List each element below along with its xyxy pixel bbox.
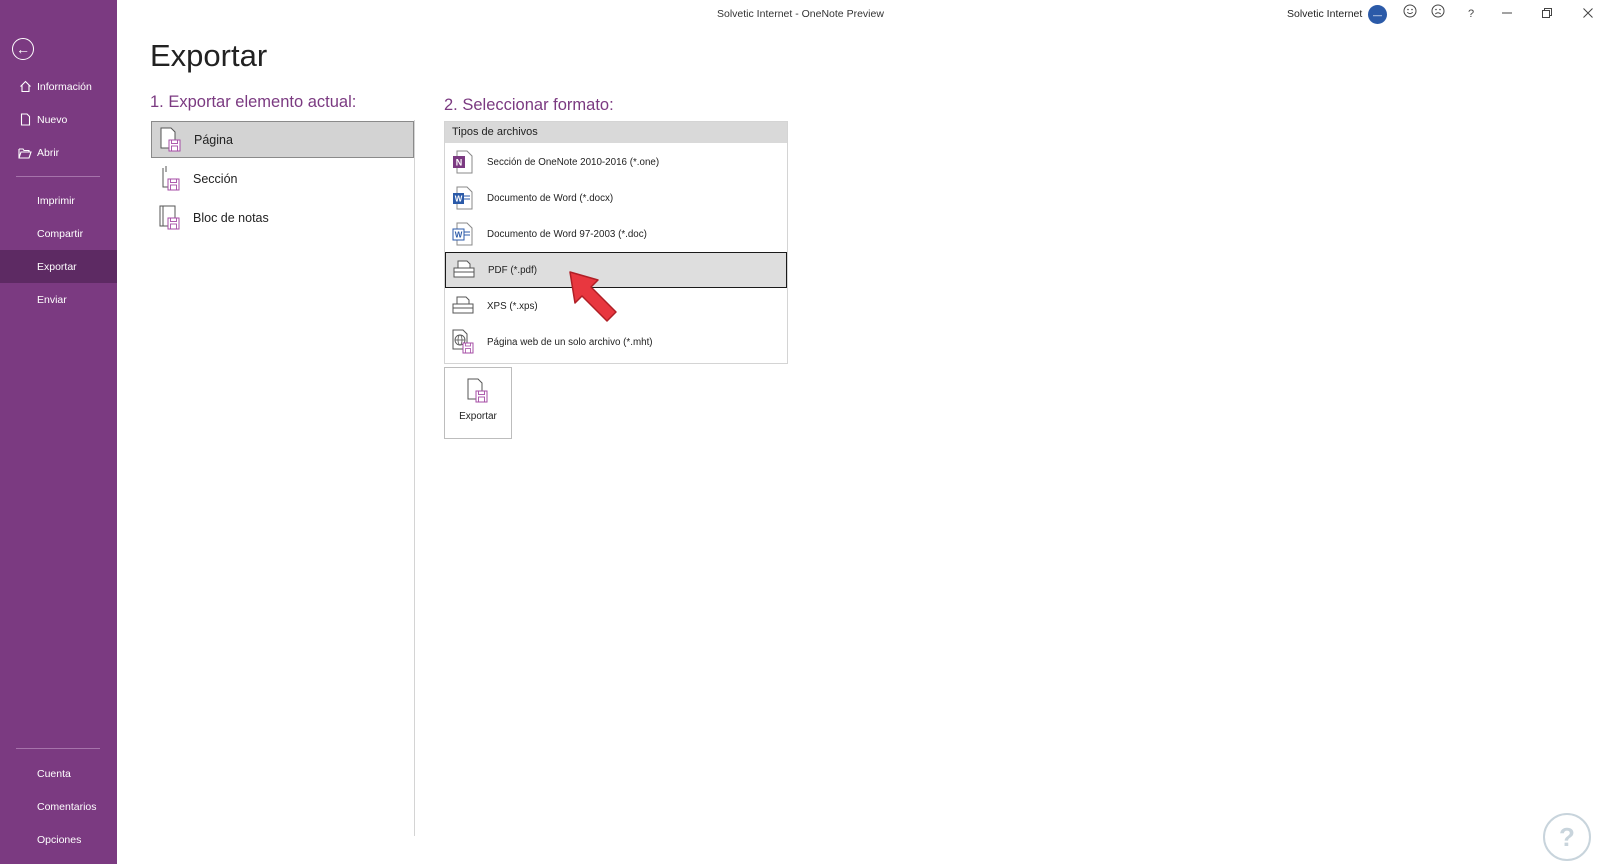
sidebar-item-label: Comentarios: [37, 800, 97, 813]
sidebar-item-exportar[interactable]: Exportar: [0, 250, 117, 283]
file-type-label: Documento de Word 97-2003 (*.doc): [487, 228, 647, 240]
svg-text:W: W: [455, 195, 463, 204]
restore-icon[interactable]: [1537, 4, 1557, 24]
svg-text:W: W: [455, 231, 463, 240]
account-name[interactable]: Solvetic Internet: [1287, 8, 1362, 20]
export-item-label: Sección: [193, 171, 238, 186]
window-title: Solvetic Internet - OneNote Preview: [717, 8, 884, 20]
sidebar-item-label: Opciones: [37, 833, 82, 846]
file-type-label: XPS (*.xps): [487, 300, 538, 312]
step1-heading: 1. Exportar elemento actual:: [150, 93, 357, 111]
file-type-label: PDF (*.pdf): [488, 264, 537, 276]
onenote-icon: N: [451, 149, 475, 175]
frown-feedback-icon[interactable]: [1428, 4, 1448, 24]
export-save-icon: [465, 377, 491, 405]
word-97-icon: W: [451, 221, 475, 247]
sidebar-divider: [16, 176, 100, 177]
sidebar-item-enviar[interactable]: Enviar: [0, 283, 117, 316]
sidebar-item-label: Imprimir: [37, 194, 75, 207]
sidebar-item-opciones[interactable]: Opciones: [0, 823, 117, 856]
export-item-seccion[interactable]: Sección: [151, 160, 414, 197]
xps-printer-icon: [451, 293, 475, 319]
file-type-onenote[interactable]: N Sección de OneNote 2010-2016 (*.one): [445, 144, 787, 180]
file-type-docx[interactable]: W Documento de Word (*.docx): [445, 180, 787, 216]
sidebar-item-label: Enviar: [37, 293, 67, 306]
sidebar-item-label: Compartir: [37, 227, 84, 240]
pdf-printer-icon: [452, 257, 476, 283]
sidebar-item-label: Información: [37, 80, 92, 93]
new-document-icon: [16, 113, 34, 126]
open-folder-icon: [16, 147, 34, 159]
column-divider: [414, 120, 415, 836]
sidebar-divider: [16, 748, 100, 749]
avatar[interactable]: —: [1368, 5, 1387, 24]
word-icon: W: [451, 185, 475, 211]
export-item-label: Bloc de notas: [193, 210, 269, 225]
page-title: Exportar: [150, 38, 268, 73]
export-item-label: Página: [194, 132, 233, 147]
sidebar-item-label: Cuenta: [37, 767, 71, 780]
annotation-arrow-icon: [569, 271, 617, 322]
svg-text:?: ?: [1559, 822, 1575, 852]
file-type-mht[interactable]: Página web de un solo archivo (*.mht): [445, 324, 787, 360]
home-icon: [16, 80, 34, 93]
web-page-icon: [451, 329, 475, 355]
site-logo-icon: ?: [1543, 813, 1591, 861]
sidebar-item-informacion[interactable]: Información: [0, 70, 117, 103]
export-button[interactable]: Exportar: [444, 367, 512, 439]
back-arrow-icon[interactable]: ←: [12, 38, 34, 60]
backstage-sidebar: ← Información Nuevo Abrir Imprimir Compa…: [0, 0, 117, 864]
file-type-label: Documento de Word (*.docx): [487, 192, 614, 204]
file-types-list: Tipos de archivos N Sección de OneNote 2…: [444, 121, 788, 364]
sidebar-item-label: Nuevo: [37, 113, 68, 126]
sidebar-item-cuenta[interactable]: Cuenta: [0, 757, 117, 790]
page-export-icon: [158, 126, 184, 154]
notebook-export-icon: [157, 204, 183, 232]
file-type-label: Sección de OneNote 2010-2016 (*.one): [487, 156, 660, 168]
export-button-label: Exportar: [459, 411, 497, 422]
close-icon[interactable]: [1578, 4, 1598, 24]
export-item-bloc-de-notas[interactable]: Bloc de notas: [151, 199, 414, 236]
minimize-icon[interactable]: [1497, 4, 1517, 24]
file-type-label: Página web de un solo archivo (*.mht): [487, 336, 653, 348]
smile-feedback-icon[interactable]: [1400, 4, 1420, 24]
export-item-pagina[interactable]: Página: [151, 121, 414, 158]
file-types-header: Tipos de archivos: [445, 122, 787, 143]
sidebar-item-imprimir[interactable]: Imprimir: [0, 184, 117, 217]
sidebar-item-label: Exportar: [37, 260, 77, 273]
svg-text:N: N: [456, 158, 463, 168]
file-type-doc[interactable]: W Documento de Word 97-2003 (*.doc): [445, 216, 787, 252]
sidebar-item-nuevo[interactable]: Nuevo: [0, 103, 117, 136]
help-icon[interactable]: ?: [1461, 4, 1481, 24]
step2-heading: 2. Seleccionar formato:: [444, 96, 614, 114]
title-bar: Solvetic Internet - OneNote Preview Solv…: [117, 0, 1600, 28]
section-export-icon: [157, 165, 183, 193]
sidebar-item-compartir[interactable]: Compartir: [0, 217, 117, 250]
sidebar-item-label: Abrir: [37, 146, 60, 159]
sidebar-item-abrir[interactable]: Abrir: [0, 136, 117, 169]
sidebar-item-comentarios[interactable]: Comentarios: [0, 790, 117, 823]
